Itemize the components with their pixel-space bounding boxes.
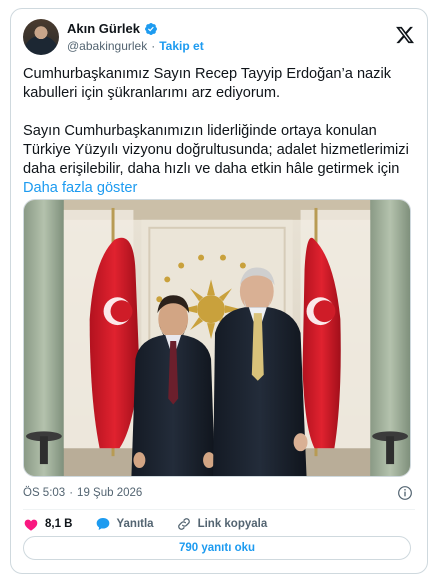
x-logo-icon[interactable] [395, 25, 415, 45]
timestamp-separator: · [69, 487, 74, 499]
tweet-actions: 8,1 B Yanıtla Link kopyala [23, 514, 289, 534]
like-count: 8,1 B [45, 518, 73, 530]
copy-link-label: Link kopyala [197, 518, 268, 530]
tweet-paragraph-1: Cumhurbaşkanımız Sayın Recep Tayyip Erdo… [23, 66, 392, 101]
tweet-text: Cumhurbaşkanımız Sayın Recep Tayyip Erdo… [23, 65, 415, 198]
tweet-date: 19 Şub 2026 [77, 487, 143, 499]
tweet-header: Akın Gürlek @abakingurlek · Takip et [23, 19, 415, 59]
author-name[interactable]: Akın Gürlek [67, 21, 140, 36]
follow-button[interactable]: Takip et [159, 39, 203, 53]
reply-button[interactable]: Yanıtla [95, 516, 154, 532]
tweet-paragraph-2-text: Sayın Cumhurbaşkanımızın liderliğinde or… [23, 123, 409, 177]
copy-link-button[interactable]: Link kopyala [176, 516, 268, 532]
reply-bubble-icon [96, 518, 109, 530]
tweet-paragraph-2: Sayın Cumhurbaşkanımızın liderliğinde or… [23, 122, 415, 198]
info-icon[interactable] [397, 485, 413, 501]
read-replies-button[interactable]: 790 yanıtı oku [23, 536, 411, 560]
like-button[interactable]: 8,1 B [23, 516, 73, 532]
tweet-photo[interactable] [23, 199, 411, 477]
handle-separator: · [151, 39, 156, 53]
tweet-card: Akın Gürlek @abakingurlek · Takip et Cum… [10, 8, 428, 574]
author-handle[interactable]: @abakingurlek [67, 39, 147, 53]
photo-illustration [24, 200, 410, 476]
divider [23, 509, 415, 510]
verified-badge-icon [144, 22, 157, 35]
tweet-time: ÖS 5:03 [23, 487, 66, 499]
reply-label: Yanıtla [116, 518, 154, 530]
heart-icon [24, 519, 38, 531]
read-replies-label: 790 yanıtı oku [178, 542, 256, 554]
show-more-link[interactable]: Daha fazla göster [23, 180, 137, 196]
link-icon [177, 518, 190, 530]
tweet-timestamp[interactable]: ÖS 5:03 · 19 Şub 2026 [23, 487, 142, 499]
author-avatar[interactable] [23, 19, 59, 55]
